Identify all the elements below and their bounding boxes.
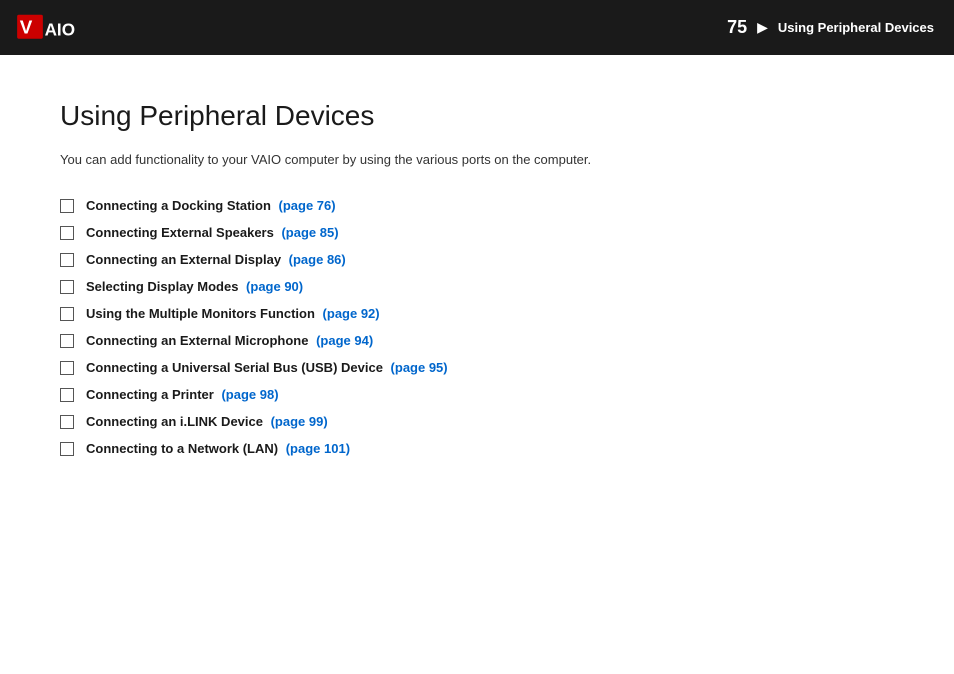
checkbox-icon xyxy=(60,199,74,213)
toc-item-link[interactable]: (page 99) xyxy=(271,414,328,429)
toc-item-link[interactable]: (page 92) xyxy=(323,306,380,321)
page-heading: Using Peripheral Devices xyxy=(60,100,894,132)
header-arrow-icon: ▶ xyxy=(757,19,768,36)
list-item: Connecting an i.LINK Device (page 99) xyxy=(60,414,894,429)
checkbox-icon xyxy=(60,253,74,267)
main-content: Using Peripheral Devices You can add fun… xyxy=(0,55,954,498)
list-item: Connecting to a Network (LAN) (page 101) xyxy=(60,441,894,456)
toc-item-text: Connecting External Speakers (page 85) xyxy=(86,225,339,240)
toc-item-link[interactable]: (page 90) xyxy=(246,279,303,294)
svg-text:V: V xyxy=(20,16,33,37)
list-item: Connecting an External Display (page 86) xyxy=(60,252,894,267)
toc-item-link[interactable]: (page 98) xyxy=(221,387,278,402)
toc-item-text: Connecting a Universal Serial Bus (USB) … xyxy=(86,360,448,375)
toc-item-text: Connecting an External Microphone (page … xyxy=(86,333,373,348)
list-item: Connecting a Docking Station (page 76) xyxy=(60,198,894,213)
list-item: Using the Multiple Monitors Function (pa… xyxy=(60,306,894,321)
toc-item-text: Connecting a Printer (page 98) xyxy=(86,387,279,402)
checkbox-icon xyxy=(60,307,74,321)
header-section-title: Using Peripheral Devices xyxy=(778,20,934,35)
toc-item-link[interactable]: (page 95) xyxy=(391,360,448,375)
checkbox-icon xyxy=(60,442,74,456)
checkbox-icon xyxy=(60,361,74,375)
toc-item-link[interactable]: (page 101) xyxy=(286,441,350,456)
checkbox-icon xyxy=(60,415,74,429)
toc-item-link[interactable]: (page 85) xyxy=(281,225,338,240)
list-item: Connecting a Printer (page 98) xyxy=(60,387,894,402)
toc-item-link[interactable]: (page 94) xyxy=(316,333,373,348)
svg-text:AIO: AIO xyxy=(45,19,75,39)
list-item: Connecting External Speakers (page 85) xyxy=(60,225,894,240)
page-description: You can add functionality to your VAIO c… xyxy=(60,150,894,170)
toc-item-link[interactable]: (page 86) xyxy=(289,252,346,267)
toc-item-text: Connecting to a Network (LAN) (page 101) xyxy=(86,441,350,456)
checkbox-icon xyxy=(60,226,74,240)
toc-item-text: Connecting an i.LINK Device (page 99) xyxy=(86,414,328,429)
checkbox-icon xyxy=(60,334,74,348)
page-number: 75 xyxy=(727,17,747,38)
toc-item-text: Connecting an External Display (page 86) xyxy=(86,252,346,267)
vaio-logo: V AIO xyxy=(15,13,105,43)
toc-item-link[interactable]: (page 76) xyxy=(279,198,336,213)
toc-item-text: Using the Multiple Monitors Function (pa… xyxy=(86,306,380,321)
logo-area: V AIO xyxy=(15,13,105,43)
header-right: 75 ▶ Using Peripheral Devices xyxy=(727,17,934,38)
list-item: Selecting Display Modes (page 90) xyxy=(60,279,894,294)
toc-item-text: Connecting a Docking Station (page 76) xyxy=(86,198,336,213)
page-header: V AIO 75 ▶ Using Peripheral Devices xyxy=(0,0,954,55)
checkbox-icon xyxy=(60,388,74,402)
list-item: Connecting a Universal Serial Bus (USB) … xyxy=(60,360,894,375)
toc-item-text: Selecting Display Modes (page 90) xyxy=(86,279,303,294)
checkbox-icon xyxy=(60,280,74,294)
toc-list: Connecting a Docking Station (page 76) Co… xyxy=(60,198,894,456)
list-item: Connecting an External Microphone (page … xyxy=(60,333,894,348)
